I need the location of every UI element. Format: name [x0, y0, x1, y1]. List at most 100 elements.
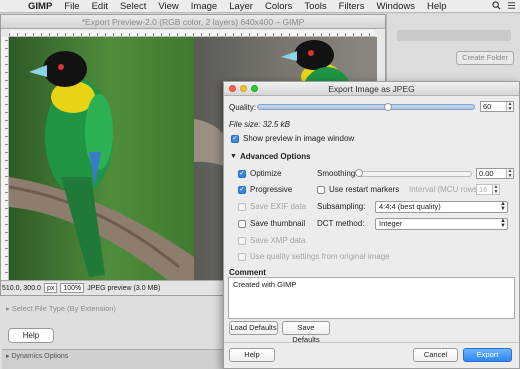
- save-thumbnail-checkbox[interactable]: [238, 219, 246, 228]
- quality-label: Quality:: [229, 103, 257, 112]
- subsampling-value: 4:4:4 (best quality): [379, 202, 441, 211]
- menubar-status: [492, 1, 516, 10]
- close-icon[interactable]: [229, 85, 236, 92]
- dialog-title: Export Image as JPEG: [328, 84, 415, 94]
- list-icon[interactable]: [507, 1, 516, 10]
- save-exif-checkbox: [238, 202, 246, 211]
- select-arrows-icon: ▲ ▼: [500, 218, 506, 229]
- menu-tools[interactable]: Tools: [298, 1, 332, 12]
- optimize-row[interactable]: ✓ Optimize: [238, 169, 282, 178]
- interval-label: Interval (MCU rows):: [409, 185, 483, 194]
- use-quality-row: Use quality settings from original image: [238, 252, 390, 261]
- save-xmp-label: Save XMP data: [250, 236, 306, 245]
- path-bar[interactable]: [397, 30, 511, 41]
- menu-select[interactable]: Select: [114, 1, 152, 12]
- menu-colors[interactable]: Colors: [259, 1, 298, 12]
- unit-select[interactable]: px: [43, 283, 58, 293]
- menu-help[interactable]: Help: [421, 1, 453, 12]
- dynamics-label: Dynamics Options: [11, 353, 69, 360]
- comment-textarea[interactable]: Created with GIMP: [228, 277, 515, 319]
- advanced-options-label: Advanced Options: [239, 152, 311, 161]
- spinner-arrows-icon[interactable]: ▲ ▼: [506, 169, 513, 178]
- menu-file[interactable]: File: [58, 1, 85, 12]
- dct-method-label: DCT method:: [317, 219, 365, 228]
- progressive-checkbox[interactable]: ✓: [238, 185, 246, 194]
- show-preview-checkbox[interactable]: ✓: [231, 134, 239, 143]
- minimize-icon[interactable]: [240, 85, 247, 92]
- file-type-expander[interactable]: ▸ Select File Type (By Extension): [6, 304, 116, 313]
- background-help-button[interactable]: Help: [8, 328, 54, 343]
- smoothing-value: 0.00: [479, 169, 494, 178]
- show-preview-label: Show preview in image window: [243, 134, 355, 143]
- file-type-label: Select File Type (By Extension): [11, 304, 116, 313]
- menu-app[interactable]: GIMP: [22, 1, 58, 12]
- save-thumbnail-label: Save thumbnail: [250, 219, 306, 228]
- menu-view[interactable]: View: [152, 1, 184, 12]
- restart-markers-checkbox[interactable]: [317, 185, 325, 194]
- dynamics-options-panel: ▸ Dynamics Options: [2, 349, 223, 369]
- quality-slider[interactable]: [257, 104, 475, 110]
- pointer-coords: 510.0, 300.0: [2, 284, 41, 292]
- file-size-label: File size: 32.5 kB: [229, 120, 290, 129]
- save-exif-label: Save EXIF data: [250, 202, 307, 211]
- search-icon[interactable]: [492, 1, 501, 10]
- use-quality-label: Use quality settings from original image: [250, 252, 390, 261]
- save-xmp-row: Save XMP data: [238, 236, 305, 245]
- dialog-titlebar: Export Image as JPEG: [224, 82, 519, 96]
- menu-edit[interactable]: Edit: [86, 1, 114, 12]
- spinner-arrows-icon[interactable]: ▲ ▼: [506, 102, 513, 111]
- optimize-checkbox[interactable]: ✓: [238, 169, 246, 178]
- preview-window-title: *Export Preview-2.0 (RGB color, 2 layers…: [1, 15, 385, 29]
- menu-image[interactable]: Image: [185, 1, 223, 12]
- interval-spinner: 16 ▲ ▼: [476, 184, 500, 195]
- menu-layer[interactable]: Layer: [223, 1, 259, 12]
- quality-spinner[interactable]: 60 ▲ ▼: [480, 101, 514, 112]
- save-xmp-checkbox: [238, 236, 246, 245]
- progressive-label: Progressive: [250, 185, 293, 194]
- help-button[interactable]: Help: [229, 348, 275, 362]
- horizontal-ruler[interactable]: [9, 30, 375, 37]
- smoothing-slider-knob[interactable]: [355, 169, 363, 177]
- export-button[interactable]: Export: [463, 348, 512, 362]
- dct-method-value: Integer: [379, 219, 403, 228]
- use-quality-checkbox: [238, 252, 246, 261]
- vertical-ruler[interactable]: [1, 37, 9, 281]
- comment-label: Comment: [229, 268, 266, 277]
- menu-windows[interactable]: Windows: [370, 1, 421, 12]
- smoothing-label: Smoothing:: [317, 169, 358, 178]
- progressive-row[interactable]: ✓ Progressive: [238, 185, 292, 194]
- subsampling-label: Subsampling:: [317, 202, 366, 211]
- quality-value: 60: [483, 102, 492, 111]
- comment-text: Created with GIMP: [233, 280, 297, 289]
- export-jpeg-dialog: Export Image as JPEG Quality: 60 ▲ ▼ File…: [223, 81, 520, 369]
- preview-status-text: JPEG preview (3.0 MB): [87, 284, 161, 292]
- save-defaults-button[interactable]: Save Defaults: [282, 321, 330, 344]
- menubar: GIMP File Edit Select View Image Layer C…: [0, 0, 520, 13]
- save-exif-row: Save EXIF data: [238, 202, 306, 211]
- file-chooser-panel: Create Folder: [386, 14, 520, 84]
- save-thumbnail-row[interactable]: Save thumbnail: [238, 219, 305, 228]
- menu-filters[interactable]: Filters: [333, 1, 371, 12]
- window-controls: [229, 85, 258, 92]
- restart-markers-row[interactable]: Use restart markers: [317, 185, 399, 194]
- quality-slider-knob[interactable]: [383, 103, 392, 111]
- footer-separator: [224, 342, 519, 343]
- smoothing-slider[interactable]: [357, 171, 472, 177]
- show-preview-row[interactable]: ✓ Show preview in image window: [231, 134, 354, 143]
- zoom-select[interactable]: 100%: [60, 283, 85, 293]
- create-folder-button[interactable]: Create Folder: [456, 51, 514, 65]
- restart-markers-label: Use restart markers: [329, 185, 400, 194]
- select-arrows-icon: ▲ ▼: [500, 201, 506, 212]
- expander-triangle-icon: ▼: [230, 153, 237, 160]
- cancel-button[interactable]: Cancel: [413, 348, 458, 362]
- subsampling-select[interactable]: 4:4:4 (best quality) ▲ ▼: [375, 201, 508, 213]
- zoom-icon[interactable]: [251, 85, 258, 92]
- load-defaults-button[interactable]: Load Defaults: [229, 321, 278, 335]
- interval-value: 16: [479, 185, 488, 194]
- file-type-panel: ▸ Select File Type (By Extension) Help ▸…: [0, 296, 223, 369]
- spinner-arrows-icon: ▲ ▼: [492, 184, 499, 195]
- advanced-options-expander[interactable]: ▼ Advanced Options: [230, 152, 311, 161]
- smoothing-spinner[interactable]: 0.00 ▲ ▼: [476, 168, 514, 179]
- optimize-label: Optimize: [250, 169, 282, 178]
- dct-method-select[interactable]: Integer ▲ ▼: [375, 218, 508, 230]
